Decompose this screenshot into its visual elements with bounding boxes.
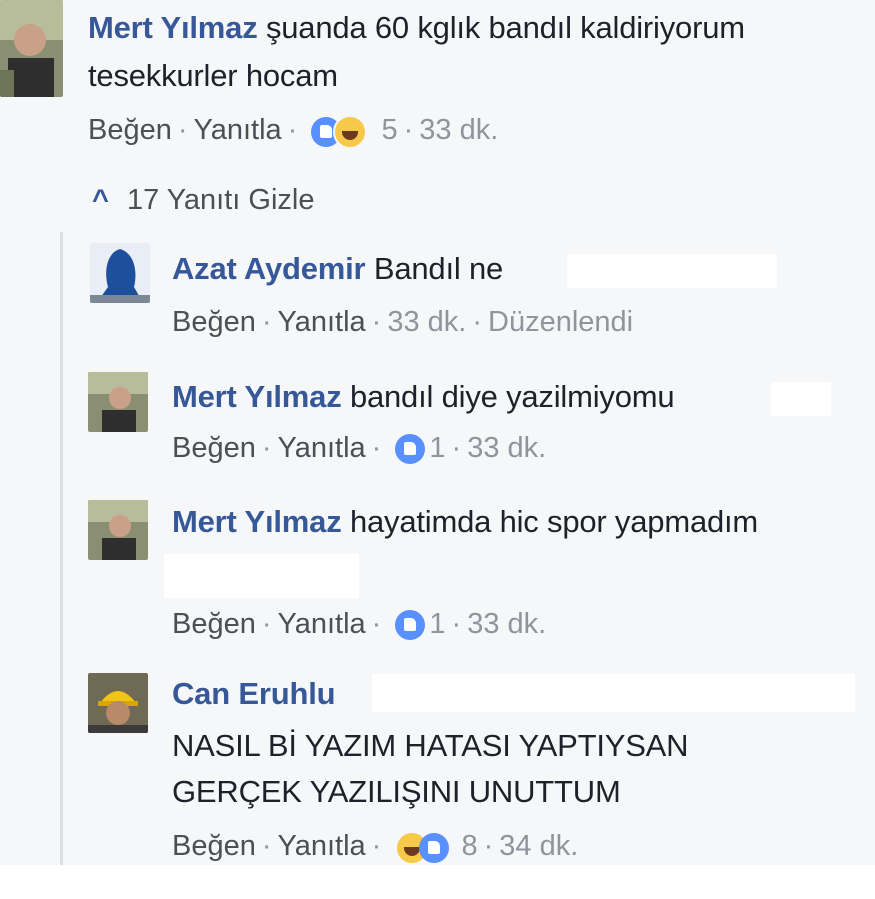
comment-text: şuanda 60 kglık bandıl kaldiriyorum (265, 10, 745, 45)
reply-meta: Beğen · Yanıtla · 1 · 33 dk. (172, 608, 547, 641)
reply-text: hayatimda hic spor yapmadım (349, 504, 759, 539)
reply-body: Mert Yılmaz bandıl diye yazilmiyomu (172, 379, 675, 415)
like-button[interactable]: Beğen (88, 114, 172, 146)
reply-meta: Beğen · Yanıtla · 33 dk. · Düzenlendi (172, 306, 634, 338)
comment-body: Mert Yılmaz şuanda 60 kglık bandıl kaldi… (88, 10, 745, 46)
reaction-count: 8 (461, 830, 478, 862)
reply-body: Azat Aydemir Bandıl ne (172, 251, 503, 287)
like-button[interactable]: Beğen (172, 432, 256, 464)
comment-text-line2: tesekkurler hocam (88, 58, 338, 93)
comment-author[interactable]: Mert Yılmaz (88, 10, 258, 45)
comment-time[interactable]: 33 dk. (419, 114, 498, 146)
reply-body: Can Eruhlu (172, 676, 336, 712)
chevron-up-icon: ^ (92, 184, 109, 216)
reaction-count: 1 (429, 608, 446, 640)
reply-body: Mert Yılmaz hayatimda hic spor yapmadım (172, 504, 758, 540)
reply-meta: Beğen · Yanıtla · 8 · 34 dk. (172, 830, 578, 865)
reply-button[interactable]: Yanıtla (278, 830, 366, 862)
avatar[interactable] (88, 372, 148, 432)
reply-author[interactable]: Mert Yılmaz (172, 379, 342, 414)
redaction-box (771, 382, 831, 416)
like-reaction-icon[interactable] (395, 610, 426, 641)
reply-time[interactable]: 33 dk. (467, 608, 546, 640)
avatar[interactable] (88, 673, 148, 733)
reply-text: Bandıl ne (373, 251, 504, 286)
reply-time[interactable]: 34 dk. (499, 830, 578, 862)
reply-button[interactable]: Yanıtla (194, 114, 282, 146)
comment-meta: Beğen · Yanıtla · 5 · 33 dk. (88, 114, 498, 149)
reactions[interactable] (395, 830, 453, 865)
reply-time[interactable]: 33 dk. (387, 306, 466, 338)
avatar[interactable] (90, 243, 150, 303)
reply-text: bandıl diye yazilmiyomu (349, 379, 675, 414)
reply-meta: Beğen · Yanıtla · 1 · 33 dk. (172, 432, 547, 465)
reply-author[interactable]: Can Eruhlu (172, 676, 336, 711)
avatar[interactable] (88, 500, 148, 560)
redaction-box (372, 674, 855, 712)
reply-thread-line (60, 232, 63, 865)
reply-author[interactable]: Mert Yılmaz (172, 504, 342, 539)
like-button[interactable]: Beğen (172, 608, 256, 640)
edited-label[interactable]: Düzenlendi (488, 306, 633, 338)
like-button[interactable]: Beğen (172, 830, 256, 862)
reactions[interactable] (311, 114, 368, 149)
hide-replies-toggle[interactable]: ^ 17 Yanıtı Gizle (92, 184, 314, 217)
reply-button[interactable]: Yanıtla (278, 432, 366, 464)
redaction-box (164, 554, 359, 598)
like-reaction-icon[interactable] (395, 434, 426, 465)
redaction-box (567, 254, 777, 288)
reply-text: NASIL Bİ YAZIM HATASI YAPTIYSAN (172, 728, 689, 763)
reply-button[interactable]: Yanıtla (278, 306, 366, 338)
haha-reaction-icon (333, 114, 368, 149)
reply-author[interactable]: Azat Aydemir (172, 251, 366, 286)
avatar[interactable] (0, 0, 63, 97)
reply-time[interactable]: 33 dk. (467, 432, 546, 464)
reply-text-line2: GERÇEK YAZILIŞINI UNUTTUM (172, 774, 621, 809)
comment-thread: Mert Yılmaz şuanda 60 kglık bandıl kaldi… (0, 0, 875, 865)
hide-replies-label: 17 Yanıtı Gizle (126, 184, 315, 216)
reaction-count: 1 (429, 432, 446, 464)
like-button[interactable]: Beğen (172, 306, 256, 338)
reply-button[interactable]: Yanıtla (278, 608, 366, 640)
reaction-count: 5 (381, 114, 398, 146)
like-reaction-icon (419, 832, 450, 863)
